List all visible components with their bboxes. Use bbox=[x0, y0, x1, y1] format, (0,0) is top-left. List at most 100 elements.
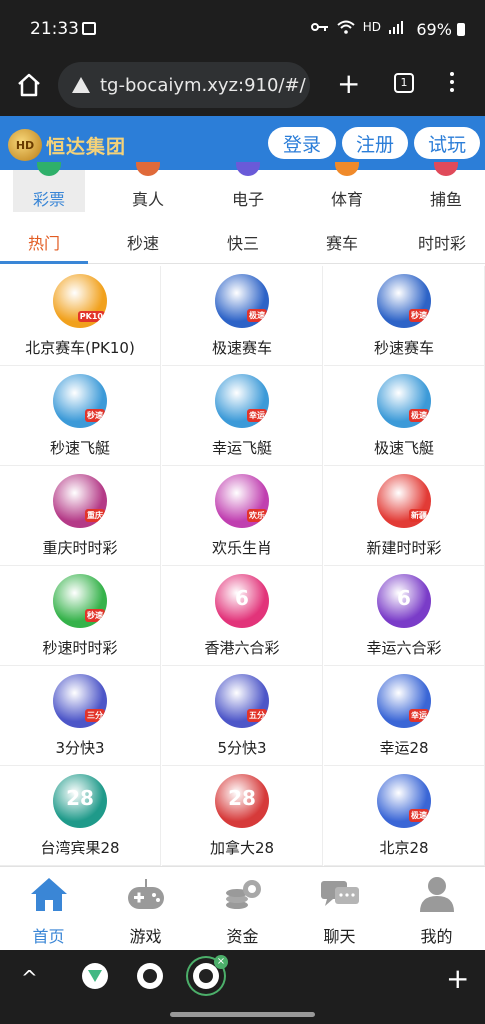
category-bar: 彩票 真人 电子 体育 捕鱼 bbox=[0, 162, 485, 214]
subtab-ssc[interactable]: 时时彩 bbox=[418, 230, 466, 254]
close-tab-icon[interactable]: × bbox=[214, 955, 228, 969]
mark-six-icon: 6 bbox=[215, 574, 269, 628]
new-tab-button[interactable]: + bbox=[337, 70, 360, 98]
lottery-icon bbox=[37, 162, 61, 176]
register-button[interactable]: 注册 bbox=[342, 127, 408, 159]
game-name: 幸运六合彩 bbox=[366, 639, 442, 657]
address-bar[interactable]: tg-bocaiym.xyz:910/#/ bbox=[58, 62, 310, 108]
clock-coins-icon: 重庆 bbox=[53, 474, 107, 528]
game-name: 极速飞艇 bbox=[373, 439, 434, 457]
tab-switcher-button[interactable]: 1 bbox=[394, 73, 414, 93]
home-icon[interactable] bbox=[16, 72, 42, 98]
game-name: 北京赛车(PK10) bbox=[25, 339, 135, 357]
nav-profile[interactable]: 我的 bbox=[388, 867, 485, 951]
trial-button[interactable]: 试玩 bbox=[414, 127, 480, 159]
game-grid: PK10 北京赛车(PK10) 极速 极速赛车 秒速 秒速赛车 秒速 秒速飞艇 幸运 幸运飞艇 极速… bbox=[0, 266, 485, 866]
game-tile[interactable]: 重庆 重庆时时彩 bbox=[0, 466, 161, 566]
category-live[interactable]: 真人 bbox=[112, 162, 184, 212]
subtab-hot[interactable]: 热门 bbox=[28, 230, 60, 254]
racing-trophy-icon: 秒速 bbox=[377, 274, 431, 328]
nav-games[interactable]: 游戏 bbox=[97, 867, 194, 951]
status-time: 21:33 bbox=[30, 19, 79, 39]
game-badge: 极速 bbox=[409, 409, 429, 422]
add-tab-button[interactable]: + bbox=[446, 962, 469, 995]
network-label: HD bbox=[362, 20, 381, 34]
category-slots[interactable]: 电子 bbox=[212, 162, 284, 212]
game-tile[interactable]: 秒速 秒速赛车 bbox=[324, 266, 485, 366]
category-fishing[interactable]: 捕鱼 bbox=[410, 162, 482, 212]
game-badge: 极速 bbox=[409, 809, 429, 822]
signal-icon bbox=[389, 21, 403, 34]
game-tile[interactable]: 28 加拿大28 bbox=[162, 766, 323, 866]
category-sports[interactable]: 体育 bbox=[311, 162, 383, 212]
game-tile[interactable]: 欢乐 欢乐生肖 bbox=[162, 466, 323, 566]
game-badge: 三分 bbox=[85, 709, 105, 722]
logo-mark: HD bbox=[8, 129, 42, 161]
game-name: 5分快3 bbox=[217, 739, 267, 757]
browser-menu-button[interactable] bbox=[449, 72, 455, 96]
subtab-speed[interactable]: 秒速 bbox=[127, 230, 159, 254]
login-button[interactable]: 登录 bbox=[268, 127, 336, 159]
game-name: 北京28 bbox=[379, 839, 429, 857]
dice-icon: 五分 bbox=[215, 674, 269, 728]
egg-28-icon: 极速 bbox=[377, 774, 431, 828]
game-tile[interactable]: 幸运幸运28 bbox=[324, 666, 485, 766]
nav-home[interactable]: 首页 bbox=[0, 867, 97, 951]
home-icon bbox=[31, 878, 67, 911]
sports-icon bbox=[335, 162, 359, 176]
game-tile[interactable]: 28 台湾宾果28 bbox=[0, 766, 161, 866]
subtab-racing[interactable]: 赛车 bbox=[326, 230, 358, 254]
site-logo[interactable]: HD 恒达集团 bbox=[8, 128, 126, 162]
game-badge: 幸运 bbox=[247, 409, 267, 422]
game-tile[interactable]: PK10 北京赛车(PK10) bbox=[0, 266, 161, 366]
logo-text: 恒达集团 bbox=[46, 135, 127, 158]
game-badge: 极速 bbox=[247, 309, 267, 322]
game-tile[interactable]: 幸运幸运飞艇 bbox=[162, 366, 323, 466]
game-tile[interactable]: 极速极速飞艇 bbox=[324, 366, 485, 466]
game-tile[interactable]: 三分 3分快3 bbox=[0, 666, 161, 766]
game-name: 秒速时时彩 bbox=[42, 639, 118, 657]
game-badge: 欢乐 bbox=[247, 509, 267, 522]
subtab-k3[interactable]: 快三 bbox=[227, 230, 259, 254]
game-tile[interactable]: 极速北京28 bbox=[324, 766, 485, 866]
game-badge: 秒速 bbox=[85, 409, 105, 422]
game-name: 重庆时时彩 bbox=[42, 539, 118, 557]
game-tile[interactable]: 秒速 秒速时时彩 bbox=[0, 566, 161, 666]
game-tile[interactable]: 6 香港六合彩 bbox=[162, 566, 323, 666]
mark-six-icon: 6 bbox=[377, 574, 431, 628]
browser-bottom-bar: ^ × + bbox=[0, 950, 485, 1024]
game-name: 秒速赛车 bbox=[373, 339, 434, 357]
category-label: 彩票 bbox=[32, 190, 65, 209]
tab-vue-icon[interactable] bbox=[82, 963, 108, 989]
wifi-icon bbox=[337, 20, 355, 34]
chevron-up-icon[interactable]: ^ bbox=[21, 966, 38, 990]
nav-chat[interactable]: 聊天 bbox=[291, 867, 388, 951]
nav-funds[interactable]: 资金 bbox=[194, 867, 291, 951]
ball-28-icon: 28 bbox=[215, 774, 269, 828]
slot-icon bbox=[236, 162, 260, 176]
not-secure-warning-icon[interactable] bbox=[72, 77, 90, 93]
game-tile[interactable]: 秒速秒速飞艇 bbox=[0, 366, 161, 466]
tab-globe-icon[interactable] bbox=[137, 963, 163, 989]
game-tile[interactable]: 极速 极速赛车 bbox=[162, 266, 323, 366]
game-badge: 28 bbox=[66, 786, 94, 810]
category-label: 捕鱼 bbox=[429, 190, 462, 209]
gamepad-icon bbox=[128, 879, 164, 909]
game-name: 秒速飞艇 bbox=[49, 439, 110, 457]
category-lottery[interactable]: 彩票 bbox=[13, 162, 85, 212]
game-tile[interactable]: 新疆 新建时时彩 bbox=[324, 466, 485, 566]
battery-icon bbox=[457, 23, 465, 36]
image-notification-icon bbox=[82, 22, 96, 35]
game-name: 幸运28 bbox=[379, 739, 429, 757]
chat-icon bbox=[321, 881, 359, 906]
clock-coins-icon: 秒速 bbox=[53, 574, 107, 628]
game-name: 幸运飞艇 bbox=[211, 439, 272, 457]
nav-label: 资金 bbox=[226, 927, 259, 946]
game-tile[interactable]: 6 幸运六合彩 bbox=[324, 566, 485, 666]
game-tile[interactable]: 五分 5分快3 bbox=[162, 666, 323, 766]
nav-label: 游戏 bbox=[129, 927, 162, 946]
gesture-handle bbox=[170, 1012, 315, 1017]
user-icon bbox=[420, 877, 454, 912]
egg-28-icon: 幸运 bbox=[377, 674, 431, 728]
game-name: 新建时时彩 bbox=[366, 539, 442, 557]
